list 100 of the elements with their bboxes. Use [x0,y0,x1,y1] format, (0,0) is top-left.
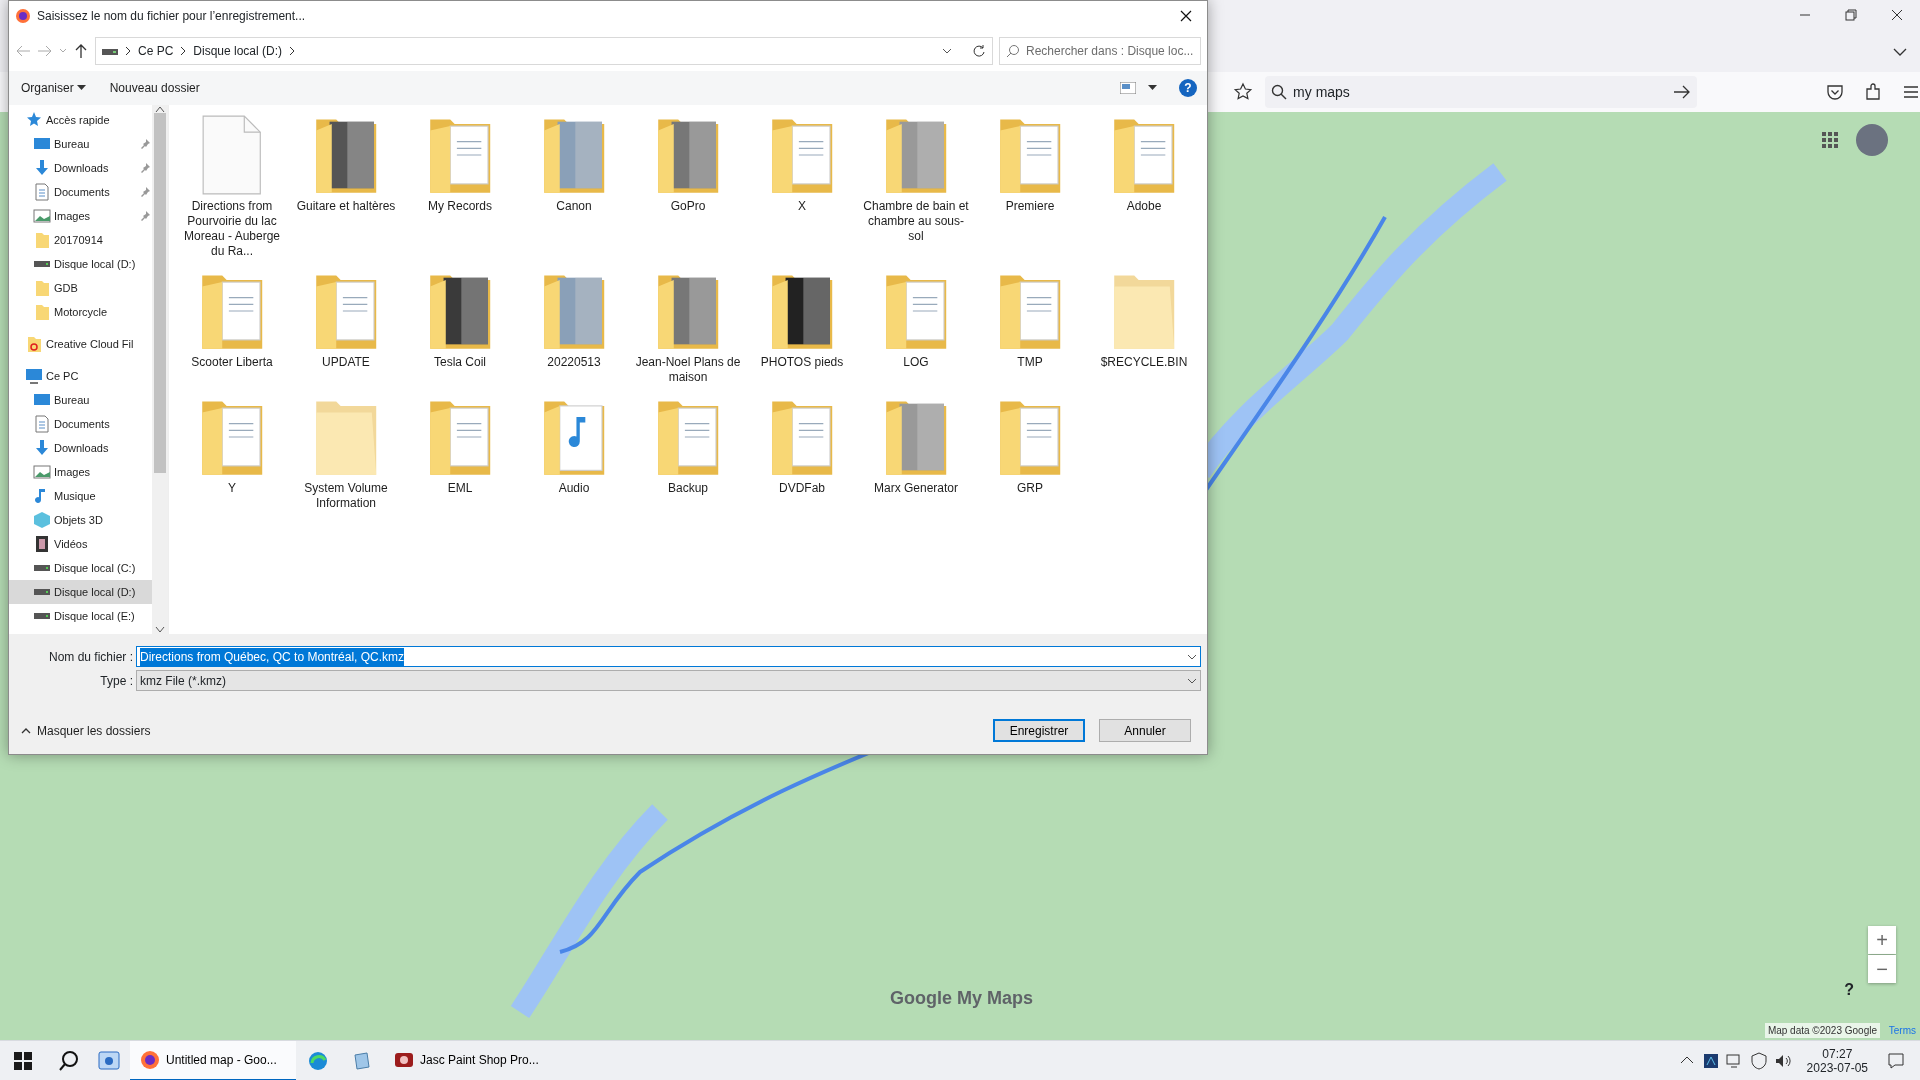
help-button[interactable]: ? [1179,78,1197,97]
save-button[interactable]: Enregistrer [993,719,1085,742]
clock-date[interactable]: 2023-07-05 [1806,1060,1868,1075]
file-name[interactable]: Adobe [1090,198,1198,214]
file-name[interactable]: GoPro [634,198,742,214]
document-icon [33,182,51,201]
chevron-icon [124,45,132,56]
file-name[interactable]: UPDATE [292,354,400,370]
sidebar-item[interactable]: 20170914 [9,227,152,252]
view-options-icon[interactable] [1120,81,1136,94]
organize-button[interactable]: Organiser [15,76,92,99]
shield-icon[interactable] [1748,1050,1769,1071]
menu-icon[interactable] [1902,83,1920,101]
sidebar-item[interactable]: GDB [9,275,152,300]
dialog-title: Saisissez le nom du fichier pour l’enregistrement... [37,7,307,25]
breadcrumb-item[interactable]: Disque local (D:) [193,41,283,60]
file-name[interactable]: System Volume Information [292,480,400,511]
sidebar-item[interactable]: Downloads [9,155,152,180]
sidebar-item[interactable]: Images [9,203,152,228]
clock-time[interactable]: 07:27 [1822,1046,1853,1061]
file-name[interactable]: Premiere [976,198,1084,214]
sidebar-item[interactable]: Creative Cloud Fil [9,331,152,356]
blank-document-icon [202,114,262,195]
star-icon [25,110,43,129]
sidebar-item[interactable]: Disque local (D:) [9,579,152,604]
avatar-icon[interactable] [1856,124,1888,156]
edge-icon[interactable] [308,1050,328,1071]
scrollbar[interactable] [152,104,168,635]
breadcrumb-item[interactable]: Ce PC [138,41,174,60]
sidebar-item[interactable]: Bureau [9,387,152,412]
sidebar-item[interactable]: Disque local (D:) [9,251,152,276]
chevron-up-icon [155,104,165,113]
help-marker[interactable]: ? [1844,978,1854,1002]
star-icon[interactable] [1233,82,1254,102]
file-name[interactable]: Directions from Pourvoirie du lac Moreau - Auberge du Ra... [178,198,286,259]
file-name[interactable]: Y [178,480,286,496]
sidebar-item[interactable]: Objets 3D [9,507,152,532]
file-name[interactable]: EML [406,480,514,496]
zoom-out-button[interactable]: − [1868,955,1896,983]
sidebar-item[interactable]: Downloads [9,435,152,460]
puzzle-icon[interactable] [1864,83,1882,101]
sidebar-item[interactable]: Disque local (C:) [9,555,152,580]
caret-icon [1148,84,1157,91]
sidebar-item[interactable]: Accès rapide [9,107,152,132]
cancel-button[interactable]: Annuler [1099,719,1191,742]
file-name[interactable]: X [748,198,856,214]
folder-icon [33,302,51,321]
search-icon[interactable] [58,1049,80,1072]
notepad-icon[interactable] [352,1050,372,1071]
file-type-label: Type : [99,672,133,690]
file-name[interactable]: 20220513 [520,354,628,370]
window-app-icon[interactable] [98,1049,120,1072]
pin-icon [140,162,150,173]
file-name[interactable]: Audio [520,480,628,496]
file-name[interactable]: Jean-Noel Plans de maison [634,354,742,385]
file-name[interactable]: Backup [634,480,742,496]
scrollbar-thumb[interactable] [154,112,166,473]
sidebar-item[interactable]: Vidéos [9,531,152,556]
caret-icon [942,47,952,54]
windows-start-icon[interactable] [14,1051,32,1070]
zoom-in-button[interactable]: + [1868,926,1896,954]
file-name[interactable]: Chambre de bain et chambre au sous-sol [862,198,970,244]
file-name[interactable]: Canon [520,198,628,214]
sidebar-item[interactable]: Ce PC [9,363,152,388]
pin-icon [140,138,150,149]
search-field[interactable]: Rechercher dans : Disque loc... [999,36,1201,65]
file-name[interactable]: My Records [406,198,514,214]
apps-grid-icon[interactable] [1822,132,1838,148]
new-folder-button[interactable]: Nouveau dossier [103,76,206,99]
file-name[interactable]: Marx Generator [862,480,970,496]
file-type-field[interactable]: kmz File (*.kmz) [136,670,1201,692]
attribution-text: Map data ©2023 Google [1764,1023,1880,1038]
sidebar-item[interactable]: Bureau [9,131,152,156]
file-name[interactable]: Guitare et haltères [292,198,400,214]
sidebar-item[interactable]: Documents [9,411,152,436]
refresh-icon[interactable] [972,43,986,58]
url-field[interactable]: my maps [1265,76,1697,108]
filename-field[interactable]: Directions from Québec, QC to Montréal, QC.kmz [136,646,1201,668]
file-name[interactable]: GRP [976,480,1084,496]
taskbar-app[interactable]: Jasc Paint Shop Pro... [384,1040,550,1080]
file-name[interactable]: TMP [976,354,1084,370]
file-name[interactable]: $RECYCLE.BIN [1090,354,1198,370]
taskbar-app[interactable]: Untitled map - Goo... [130,1040,296,1080]
sidebar-item[interactable]: Images [9,459,152,484]
file-name[interactable]: Tesla Coil [406,354,514,370]
arrow-right-icon[interactable] [1672,85,1691,99]
sidebar-item[interactable]: Motorcycle [9,299,152,324]
file-name[interactable]: LOG [862,354,970,370]
folder-icon [33,278,51,297]
sidebar-item[interactable]: Documents [9,179,152,204]
sidebar-item[interactable]: Musique [9,483,152,508]
file-name[interactable]: Scooter Liberta [178,354,286,370]
pocket-icon[interactable] [1826,83,1844,101]
file-name[interactable]: PHOTOS pieds [748,354,856,370]
notification-icon[interactable] [1886,1050,1906,1071]
search-icon [1271,84,1288,100]
hide-folders-button[interactable]: Masquer les dossiers [15,719,157,742]
up-arrow-icon[interactable] [73,42,89,59]
file-name[interactable]: DVDFab [748,480,856,496]
sidebar-item[interactable]: Disque local (E:) [9,603,152,628]
